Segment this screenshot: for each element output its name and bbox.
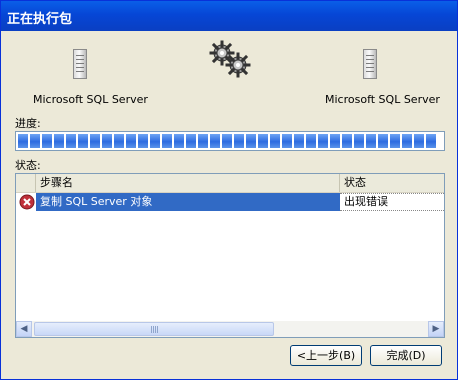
progress-segment [126,134,136,148]
progress-label: 进度: [15,117,41,130]
progress-bar [15,131,445,151]
progress-segment [78,134,88,148]
destination-server-label: Microsoft SQL Server [325,93,440,106]
scroll-thumb[interactable] [34,322,274,336]
progress-segment [150,134,160,148]
progress-segment [162,134,172,148]
progress-segment [390,134,400,148]
progress-segment [414,134,424,148]
progress-segment [318,134,328,148]
progress-segment [306,134,316,148]
progress-segment [366,134,376,148]
scroll-right-button[interactable]: ▶ [428,321,444,337]
progress-segment [18,134,28,148]
progress-segment [174,134,184,148]
progress-segment [294,134,304,148]
column-header-status[interactable]: 状态 [340,174,444,192]
progress-segment [222,134,232,148]
source-server-label: Microsoft SQL Server [33,93,148,106]
window-title: 正在执行包 [7,12,73,27]
progress-segment [426,134,436,148]
status-list[interactable]: 步骤名 状态 复制 SQL Server 对象 出现错误 ◀ ▶ [15,173,445,338]
column-header-step[interactable]: 步骤名 [36,174,340,192]
progress-segment [30,134,40,148]
progress-segment [258,134,268,148]
status-label: 状态: [15,159,41,172]
progress-segment [246,134,256,148]
progress-segment [42,134,52,148]
progress-segment [330,134,340,148]
step-status-cell: 出现错误 [340,193,444,211]
finish-button[interactable]: 完成(D) [370,345,442,366]
progress-segment [198,134,208,148]
list-header: 步骤名 状态 [16,174,444,193]
progress-segment [282,134,292,148]
table-row[interactable]: 复制 SQL Server 对象 出现错误 [16,193,444,211]
gears-icon [209,39,253,79]
progress-segment [378,134,388,148]
title-bar[interactable]: 正在执行包 [1,1,457,31]
progress-segment [90,134,100,148]
progress-segment [54,134,64,148]
scroll-left-button[interactable]: ◀ [16,321,32,337]
progress-segment [102,134,112,148]
progress-segment [138,134,148,148]
progress-segment [114,134,124,148]
column-header-icon[interactable] [16,174,36,192]
transfer-banner: Microsoft SQL Server Microsoft SQL Serve… [1,31,457,111]
progress-segment [354,134,364,148]
error-icon [19,194,35,210]
dialog-window: 正在执行包 Microsoft SQL Server Microsoft SQL… [0,0,458,380]
horizontal-scrollbar[interactable]: ◀ ▶ [16,321,444,337]
progress-segment [66,134,76,148]
progress-segment [342,134,352,148]
progress-segment [186,134,196,148]
progress-segment [270,134,280,148]
step-name-cell: 复制 SQL Server 对象 [36,193,340,211]
progress-segment [210,134,220,148]
back-button[interactable]: <上一步(B) [290,345,362,366]
progress-segment [234,134,244,148]
progress-segment [402,134,412,148]
